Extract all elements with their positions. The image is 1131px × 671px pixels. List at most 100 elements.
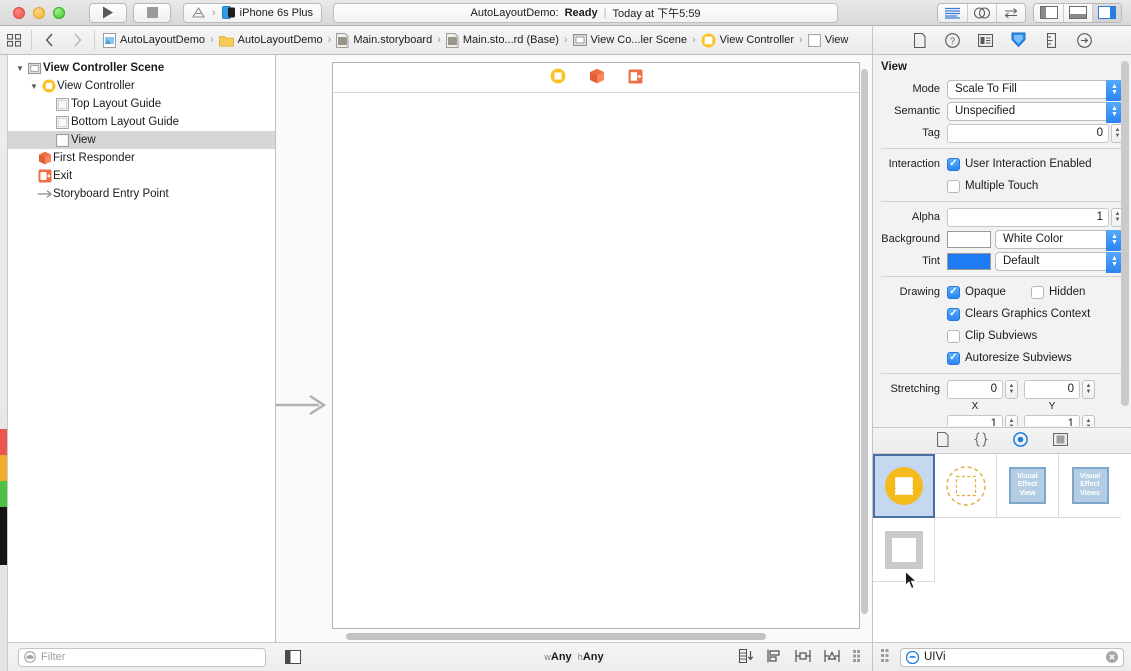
semantic-popup-button[interactable]: Unspecified ▲ ▼ (947, 101, 1124, 123)
dock-exit-icon[interactable] (628, 69, 643, 87)
navigator-tab-strip[interactable] (0, 55, 8, 671)
scene-view-canvas[interactable] (332, 92, 860, 629)
scrollbar-thumb[interactable] (346, 633, 766, 640)
mode-popup-button[interactable]: Scale To Fill ▲ ▼ (947, 79, 1124, 101)
breadcrumb-item-group[interactable]: AutoLayoutDemo (218, 34, 324, 47)
dock-first-responder-icon[interactable] (589, 68, 605, 87)
zoom-window-button[interactable] (53, 6, 65, 19)
outline-row-view[interactable]: View (8, 131, 275, 149)
editor-mode-segmented[interactable] (937, 2, 1026, 23)
clip-subviews-checkbox[interactable] (947, 329, 960, 343)
library-search-clear-button[interactable] (1106, 651, 1118, 663)
outline-row-first-responder[interactable]: First Responder (8, 149, 275, 167)
navigate-forward-button[interactable] (63, 33, 91, 47)
multiple-touch-checkbox[interactable] (947, 179, 960, 193)
tint-color-well[interactable] (947, 252, 991, 270)
outline-row-view-controller[interactable]: ▼ View Controller (8, 77, 275, 95)
library-item-visual-effect-views[interactable]: Visual Effect Views (1059, 454, 1121, 518)
minimize-window-button[interactable] (33, 6, 45, 19)
tag-input[interactable]: 0 (947, 123, 1109, 143)
breadcrumb-item-view[interactable]: View (807, 33, 850, 47)
breadcrumb-item-view-controller[interactable]: View Controller (700, 33, 795, 48)
opaque-checkbox[interactable] (947, 285, 960, 299)
storyboard-entry-point-arrow[interactable] (276, 392, 332, 418)
interface-builder-canvas[interactable]: wAny hAny (276, 55, 872, 671)
canvas-vertical-scrollbar[interactable] (861, 69, 868, 629)
breadcrumb-item-storyboard[interactable]: Main.storyboard (335, 32, 433, 48)
scrollbar-thumb[interactable] (861, 69, 868, 614)
toggle-utilities-button[interactable] (1092, 3, 1121, 22)
scrollbar-thumb[interactable] (1121, 61, 1129, 406)
navigate-back-button[interactable] (35, 33, 63, 47)
related-items-button[interactable] (0, 33, 28, 47)
attributes-inspector[interactable]: View Mode Scale To Fill ▲ ▼ Semantic Unsp… (873, 55, 1131, 426)
standard-editor-button[interactable] (938, 4, 967, 22)
breadcrumb-item-scene[interactable]: View Co...ler Scene (572, 33, 688, 47)
view-controller-scene[interactable] (276, 62, 860, 632)
outline-row-bottom-layout-guide[interactable]: Bottom Layout Guide (8, 113, 275, 131)
breadcrumb-item-project[interactable]: AutoLayoutDemo (102, 32, 206, 48)
user-interaction-checkbox[interactable] (947, 157, 960, 171)
twisty-icon[interactable]: ▼ (28, 82, 40, 91)
outline-row-top-layout-guide[interactable]: Top Layout Guide (8, 95, 275, 113)
library-item-visual-effect-view[interactable]: Visual Effect View (997, 454, 1059, 518)
breadcrumb-item-storyboard-base[interactable]: Main.sto...rd (Base) (445, 32, 560, 48)
alpha-input[interactable]: 1 (947, 207, 1109, 227)
library-item-view[interactable] (873, 518, 935, 582)
twisty-icon[interactable]: ▼ (14, 64, 26, 73)
stop-button[interactable] (133, 2, 171, 23)
media-library-tab[interactable] (1052, 432, 1069, 449)
filter-input[interactable]: Filter (18, 647, 266, 667)
connections-inspector-tab[interactable] (1077, 32, 1093, 48)
code-snippet-library-tab[interactable] (973, 431, 989, 450)
background-color-well[interactable] (947, 230, 991, 248)
toggle-navigator-button[interactable] (1034, 4, 1063, 22)
object-library-tab[interactable] (1013, 431, 1028, 450)
stretch-width-input[interactable]: 1 (947, 414, 1003, 426)
library-search-input[interactable]: UIVi (900, 647, 1124, 667)
outline-row-view-controller-scene[interactable]: ▼ View Controller Scene (8, 59, 275, 77)
outline-row-label: View Controller Scene (43, 62, 165, 74)
scheme-selector[interactable]: › iPhone 6s Plus (183, 2, 323, 23)
hidden-checkbox[interactable] (1031, 285, 1044, 299)
tint-popup-button[interactable]: Default ▲ ▼ (995, 251, 1124, 273)
stretch-y-stepper[interactable]: ▲ ▼ (1082, 379, 1095, 399)
view-toggle-segmented[interactable] (1033, 2, 1122, 23)
scene-dock[interactable] (332, 62, 860, 92)
canvas-horizontal-scrollbar[interactable] (276, 631, 872, 642)
clears-graphics-context-checkbox[interactable] (947, 307, 960, 321)
close-window-button[interactable] (13, 6, 25, 19)
outline-row-exit[interactable]: Exit (8, 167, 275, 185)
file-inspector-tab[interactable] (912, 32, 928, 48)
stretch-x-stepper[interactable]: ▲ ▼ (1005, 379, 1018, 399)
size-class-indicator[interactable]: wAny hAny (276, 651, 872, 663)
stretch-x-input[interactable]: 0 (947, 379, 1003, 399)
ruler-icon (1047, 32, 1056, 48)
stretch-width-stepper[interactable]: ▲▼ (1005, 414, 1018, 426)
version-editor-button[interactable] (996, 3, 1025, 22)
size-inspector-tab[interactable] (1044, 32, 1060, 48)
attributes-inspector-tab[interactable] (1011, 32, 1027, 48)
library-item-container-view[interactable] (935, 454, 997, 518)
row-autoresize-subviews: Autoresize Subviews (873, 347, 1131, 369)
autoresize-subviews-checkbox[interactable] (947, 351, 960, 365)
toggle-debug-area-button[interactable] (1063, 3, 1092, 22)
stretch-y-input[interactable]: 0 (1024, 379, 1080, 399)
stretch-height-input[interactable]: 1 (1024, 414, 1080, 426)
outline-row-storyboard-entry-point[interactable]: Storyboard Entry Point (8, 185, 275, 203)
document-outline-list[interactable]: ▼ View Controller Scene ▼ View Controlle… (8, 55, 275, 642)
file-template-library-tab[interactable] (936, 431, 949, 450)
stretch-height-stepper[interactable]: ▲▼ (1082, 414, 1095, 426)
inspector-vertical-scrollbar[interactable] (1121, 61, 1129, 416)
identity-inspector-tab[interactable] (978, 32, 994, 48)
dock-view-controller-icon[interactable] (550, 68, 566, 87)
assistant-editor-button[interactable] (967, 3, 996, 22)
object-library-grid[interactable]: Visual Effect View Visual Effect Views (873, 454, 1131, 582)
run-button[interactable] (89, 2, 127, 23)
breadcrumb-sep-2: › (437, 34, 441, 46)
library-item-view-controller[interactable] (873, 454, 935, 518)
background-popup-button[interactable]: White Color ▲ ▼ (995, 229, 1124, 251)
canvas-scroll-area[interactable] (276, 55, 872, 642)
quick-help-inspector-tab[interactable]: ? (945, 32, 961, 48)
library-grid-icon[interactable] (881, 649, 893, 665)
